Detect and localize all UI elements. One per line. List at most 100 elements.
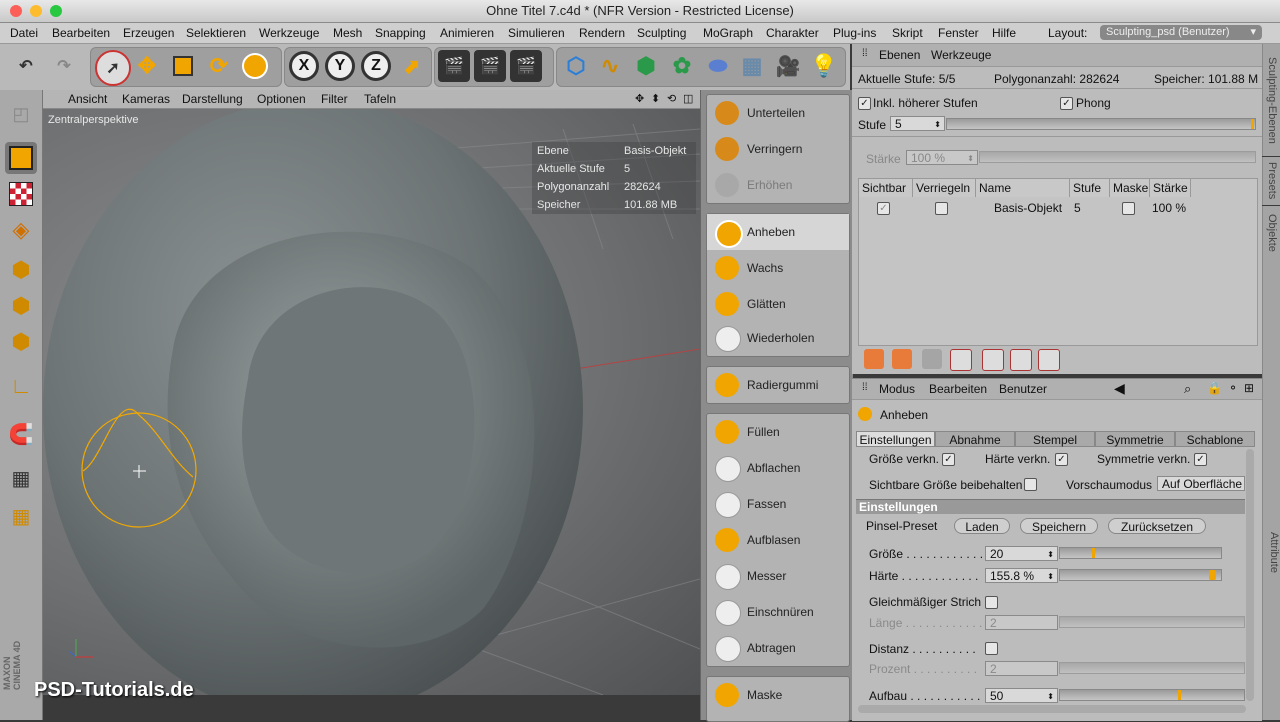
menu-simulieren[interactable]: Simulieren <box>508 23 565 43</box>
move-tool-icon[interactable]: ✥ <box>131 50 163 82</box>
points-mode-icon[interactable]: ⬢ <box>5 254 37 286</box>
tab-symmetrie[interactable]: Symmetrie <box>1095 431 1175 447</box>
brush-fuellen[interactable]: Füllen <box>707 414 849 450</box>
vp-menu-filter[interactable]: Filter <box>321 90 348 108</box>
back-arrow-icon[interactable]: ◀ <box>1114 380 1125 397</box>
tab-abnahme[interactable]: Abnahme <box>935 431 1015 447</box>
zuruecksetzen-button[interactable]: Zurücksetzen <box>1108 518 1206 534</box>
visible-checkbox[interactable]: ✓ <box>877 202 890 215</box>
snap-magnet-icon[interactable]: 🧲 <box>5 418 37 450</box>
brush-wiederholen[interactable]: Wiederholen <box>707 320 849 356</box>
horizontal-scrollbar[interactable] <box>858 705 1246 713</box>
scale-tool-icon[interactable] <box>167 50 199 82</box>
stufe-field[interactable]: 5 ⬍ <box>890 116 945 131</box>
col-maske[interactable]: Maske <box>1110 179 1150 197</box>
workplane-settings-icon[interactable]: ▦ <box>5 500 37 532</box>
delete-layer-icon[interactable] <box>922 349 942 369</box>
menu-charakter[interactable]: Charakter <box>766 23 819 43</box>
layout-select[interactable]: Sculpting_psd (Benutzer) ▾ <box>1100 25 1262 40</box>
phong-checkbox[interactable]: ✓ <box>1060 97 1073 110</box>
side-tab-presets[interactable]: Presets <box>1262 157 1280 205</box>
brush-aufblasen[interactable]: Aufblasen <box>707 522 849 558</box>
col-sichtbar[interactable]: Sichtbar <box>859 179 913 197</box>
vp-menu-ansicht[interactable]: Ansicht <box>68 90 107 108</box>
coordinate-system-icon[interactable]: ⬈ <box>396 50 428 82</box>
tab-stempel[interactable]: Stempel <box>1015 431 1095 447</box>
groesse-verkn-checkbox[interactable]: ✓ <box>942 453 955 466</box>
render-view-icon[interactable]: 🎬 <box>438 50 470 82</box>
merge-visible-icon[interactable] <box>1010 349 1032 371</box>
aufbau-field[interactable]: 50 ⬍ <box>985 688 1058 703</box>
haerte-verkn-checkbox[interactable]: ✓ <box>1055 453 1068 466</box>
menu-plugins[interactable]: Plug-ins <box>833 23 876 43</box>
haerte-slider-thumb[interactable] <box>1209 570 1216 580</box>
vorschaumodus-select[interactable]: Auf Oberfläche <box>1157 476 1245 491</box>
tab-einstellungen[interactable]: Einstellungen <box>856 431 935 447</box>
tab-werkzeuge[interactable]: Werkzeuge <box>931 48 991 62</box>
brush-verringern[interactable]: Verringern <box>707 131 849 167</box>
col-name[interactable]: Name <box>976 179 1070 197</box>
add-layer-icon[interactable] <box>864 349 884 369</box>
menu-rendern[interactable]: Rendern <box>579 23 625 43</box>
menu-mograph[interactable]: MoGraph <box>703 23 753 43</box>
incl-higher-checkbox[interactable]: ✓ <box>858 97 871 110</box>
brush-abtragen[interactable]: Abtragen <box>707 630 849 666</box>
polygons-mode-icon[interactable]: ⬢ <box>5 326 37 358</box>
texture-mode-icon[interactable] <box>5 178 37 210</box>
brush-einschnueren[interactable]: Einschnüren <box>707 594 849 630</box>
menu-selektieren[interactable]: Selektieren <box>186 23 246 43</box>
menu-mesh[interactable]: Mesh <box>333 23 362 43</box>
redo-icon[interactable]: ↷ <box>48 50 80 82</box>
vp-menu-kameras[interactable]: Kameras <box>122 90 170 108</box>
add-folder-icon[interactable] <box>892 349 912 369</box>
minimize-icon[interactable] <box>30 5 42 17</box>
spline-icon[interactable]: ∿ <box>594 50 626 82</box>
select-tool-icon[interactable]: ➚ <box>95 50 131 86</box>
pan-view-icon[interactable]: ✥ <box>635 90 644 108</box>
camera-icon[interactable]: 🎥 <box>772 50 804 82</box>
rotate-tool-icon[interactable]: ⟳ <box>203 50 235 82</box>
rotate-view-icon[interactable]: ⟲ <box>667 90 676 108</box>
menu-skript[interactable]: Skript <box>892 23 923 43</box>
render-picture-viewer-icon[interactable]: 🎬 <box>474 50 506 82</box>
model-mode-icon[interactable] <box>5 142 37 174</box>
x-axis-lock-icon[interactable]: X <box>288 50 320 82</box>
staerke-slider[interactable] <box>979 151 1256 163</box>
col-staerke[interactable]: Stärke <box>1150 179 1191 197</box>
workplane-icon[interactable]: ◈ <box>5 214 37 246</box>
laenge-slider[interactable] <box>1059 616 1245 628</box>
col-stufe[interactable]: Stufe <box>1070 179 1110 197</box>
axis-mode-icon[interactable]: ∟ <box>5 370 37 402</box>
live-selection-icon[interactable] <box>239 50 271 82</box>
menu-erzeugen[interactable]: Erzeugen <box>123 23 174 43</box>
undo-icon[interactable]: ↶ <box>10 50 42 82</box>
prozent-field[interactable]: 2 <box>985 661 1058 676</box>
laden-button[interactable]: Laden <box>954 518 1010 534</box>
side-tab-sculpting-ebenen[interactable]: Sculpting-Ebenen <box>1262 44 1280 156</box>
cube-object-icon[interactable]: ⬡ <box>560 50 592 82</box>
distanz-checkbox[interactable] <box>985 642 998 655</box>
attr-menu-benutzer[interactable]: Benutzer <box>999 382 1047 396</box>
attr-menu-modus[interactable]: Modus <box>879 382 915 396</box>
brush-erhoehen[interactable]: Erhöhen <box>707 167 849 203</box>
prozent-slider[interactable] <box>1059 662 1245 674</box>
light-icon[interactable]: 💡 <box>808 50 840 82</box>
menu-snapping[interactable]: Snapping <box>375 23 426 43</box>
brush-abflachen[interactable]: Abflachen <box>707 450 849 486</box>
menu-hilfe[interactable]: Hilfe <box>992 23 1016 43</box>
vp-menu-optionen[interactable]: Optionen <box>257 90 306 108</box>
vp-menu-darstellung[interactable]: Darstellung <box>182 90 243 108</box>
deformer-bend-icon[interactable]: ⬬ <box>702 50 734 82</box>
z-axis-lock-icon[interactable]: Z <box>360 50 392 82</box>
brush-glaetten[interactable]: Glätten <box>707 286 849 322</box>
edges-mode-icon[interactable]: ⬢ <box>5 290 37 322</box>
side-tab-objekte[interactable]: Objekte <box>1262 206 1280 260</box>
y-axis-lock-icon[interactable]: Y <box>324 50 356 82</box>
workplane-lock-icon[interactable]: ▦ <box>5 462 37 494</box>
speichern-button[interactable]: Speichern <box>1020 518 1098 534</box>
menu-datei[interactable]: Datei <box>10 23 38 43</box>
groesse-slider[interactable] <box>1059 547 1222 559</box>
haerte-slider[interactable] <box>1059 569 1222 581</box>
aufbau-slider-thumb[interactable] <box>1178 690 1181 700</box>
brush-anheben[interactable]: Anheben <box>707 214 849 250</box>
